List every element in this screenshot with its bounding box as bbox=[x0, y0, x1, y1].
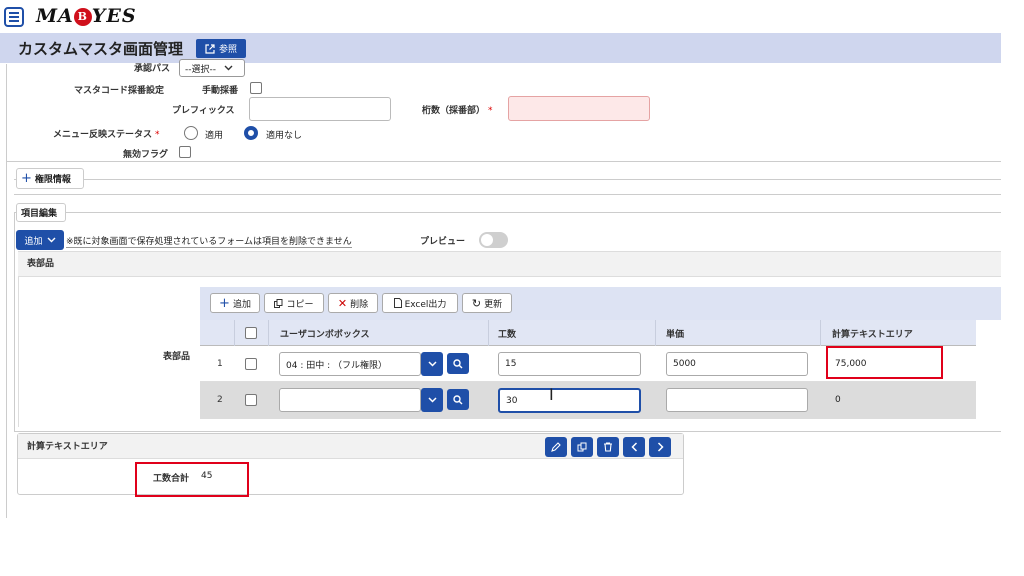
plus-icon: + bbox=[219, 295, 230, 311]
highlight-box bbox=[135, 462, 249, 497]
price-input[interactable] bbox=[666, 388, 808, 412]
manual-numbering-label: 手動採番 bbox=[202, 86, 239, 96]
add-item-label: 追加 bbox=[24, 236, 43, 247]
digits-input[interactable] bbox=[508, 96, 650, 121]
refresh-icon: ↻ bbox=[471, 296, 482, 310]
page-title: カスタムマスタ画面管理 bbox=[18, 40, 184, 58]
hours-input-focused[interactable]: 30 bbox=[498, 388, 641, 413]
plus-icon: + bbox=[21, 171, 32, 186]
search-icon bbox=[453, 358, 463, 368]
grid-delete-label: 削除 bbox=[350, 299, 369, 310]
close-icon: ✕ bbox=[337, 296, 348, 310]
hours-value: 30 bbox=[506, 395, 518, 406]
grid-refresh-label: 更新 bbox=[484, 299, 503, 310]
grid-header-row: ユーザコンボボックス 工数 単価 計算テキストエリア bbox=[200, 320, 976, 346]
copy-button[interactable] bbox=[571, 437, 593, 457]
chevron-left-icon bbox=[630, 442, 637, 452]
delete-notice: ※既に対象画面で保存処理されているフォームは項目を削除できません bbox=[66, 234, 352, 248]
combobox-dropdown-button[interactable] bbox=[421, 388, 443, 412]
prefix-label: プレフィックス bbox=[172, 106, 235, 116]
user-combobox-value: 04 : 田中 : （フル権限） bbox=[286, 360, 387, 371]
chevron-down-icon bbox=[427, 361, 437, 367]
edit-button[interactable] bbox=[545, 437, 567, 457]
chevron-down-icon bbox=[224, 65, 233, 71]
hours-value: 15 bbox=[505, 359, 517, 369]
row-number: 2 bbox=[217, 395, 223, 405]
grid-add-button[interactable]: + 追加 bbox=[210, 293, 260, 313]
approval-path-value: --選択-- bbox=[185, 64, 216, 75]
logo: MA B YES bbox=[36, 5, 137, 27]
external-link-icon bbox=[205, 43, 215, 54]
reference-button-label: 参照 bbox=[218, 45, 237, 55]
trash-icon bbox=[604, 442, 612, 452]
row-number: 1 bbox=[217, 359, 223, 369]
preview-toggle[interactable] bbox=[479, 232, 508, 248]
prefix-input[interactable] bbox=[249, 97, 391, 121]
highlight-box bbox=[826, 346, 943, 379]
preview-label: プレビュー bbox=[420, 237, 466, 247]
select-all-checkbox[interactable] bbox=[245, 327, 257, 339]
document-icon bbox=[393, 298, 402, 308]
prev-button[interactable] bbox=[623, 437, 645, 457]
price-value: 5000 bbox=[673, 359, 696, 369]
table-part-header bbox=[18, 251, 1001, 277]
left-edge-line bbox=[6, 162, 7, 518]
manual-numbering-checkbox[interactable] bbox=[250, 82, 262, 94]
user-combobox[interactable] bbox=[279, 388, 421, 412]
combobox-dropdown-button[interactable] bbox=[421, 352, 443, 376]
grid-add-label: 追加 bbox=[232, 299, 251, 310]
search-icon bbox=[453, 394, 463, 404]
permissions-toggle[interactable]: + 権限情報 bbox=[16, 168, 84, 189]
add-item-button[interactable]: 追加 bbox=[16, 230, 64, 250]
copy-icon bbox=[577, 442, 587, 452]
row-checkbox[interactable] bbox=[245, 394, 257, 406]
master-code-label: マスタコード採番設定 bbox=[74, 86, 165, 96]
trash-button[interactable] bbox=[597, 437, 619, 457]
approval-path-label: 承認パス bbox=[134, 64, 171, 74]
grid-delete-button[interactable]: ✕ 削除 bbox=[328, 293, 378, 313]
menu-status-label: メニュー反映ステータス * bbox=[53, 130, 160, 140]
price-input[interactable]: 5000 bbox=[666, 352, 808, 376]
table-part-title: 表部品 bbox=[27, 259, 55, 269]
row-checkbox[interactable] bbox=[245, 358, 257, 370]
reference-button[interactable]: 参照 bbox=[196, 39, 246, 58]
grid-refresh-button[interactable]: ↻ 更新 bbox=[462, 293, 512, 313]
permissions-bottom-divider bbox=[14, 194, 1001, 195]
radio-not-apply-label: 適用なし bbox=[266, 131, 303, 141]
digits-label: 桁数（採番部） * bbox=[422, 106, 493, 116]
calc-value: 0 bbox=[835, 395, 841, 405]
permissions-label: 権限情報 bbox=[34, 175, 71, 185]
items-section-title: 項目編集 bbox=[16, 203, 66, 222]
col-header-calc: 計算テキストエリア bbox=[832, 330, 913, 340]
next-button[interactable] bbox=[649, 437, 671, 457]
invalid-flag-label: 無効フラグ bbox=[123, 150, 169, 160]
chevron-down-icon bbox=[427, 397, 437, 403]
table-row: 2 30 I 0 bbox=[200, 382, 976, 419]
user-search-button[interactable] bbox=[447, 389, 469, 410]
permissions-divider bbox=[14, 179, 1001, 180]
approval-path-select[interactable]: --選択-- bbox=[179, 59, 245, 77]
chevron-right-icon bbox=[657, 442, 664, 452]
radio-not-apply[interactable] bbox=[244, 126, 258, 140]
user-combobox[interactable]: 04 : 田中 : （フル権限） bbox=[279, 352, 421, 376]
pencil-icon bbox=[551, 442, 561, 452]
grid-copy-button[interactable]: コピー bbox=[264, 293, 324, 313]
hours-input[interactable]: 15 bbox=[498, 352, 641, 376]
col-header-price: 単価 bbox=[666, 330, 685, 340]
copy-icon bbox=[274, 298, 283, 308]
chevron-down-icon bbox=[47, 237, 55, 243]
col-header-hours: 工数 bbox=[498, 330, 517, 340]
col-header-user: ユーザコンボボックス bbox=[280, 330, 370, 340]
invalid-flag-checkbox[interactable] bbox=[179, 146, 191, 158]
user-search-button[interactable] bbox=[447, 353, 469, 374]
grid-excel-label: Excel出力 bbox=[404, 299, 447, 310]
menu-button[interactable] bbox=[4, 7, 24, 27]
grid-excel-button[interactable]: Excel出力 bbox=[382, 293, 458, 313]
text-cursor-icon: I bbox=[549, 385, 554, 404]
radio-apply[interactable] bbox=[184, 126, 198, 140]
table-part-row-label: 表部品 bbox=[163, 352, 191, 362]
calc-area-title: 計算テキストエリア bbox=[27, 442, 108, 452]
radio-apply-label: 適用 bbox=[205, 131, 224, 141]
grid-copy-label: コピー bbox=[286, 299, 314, 310]
